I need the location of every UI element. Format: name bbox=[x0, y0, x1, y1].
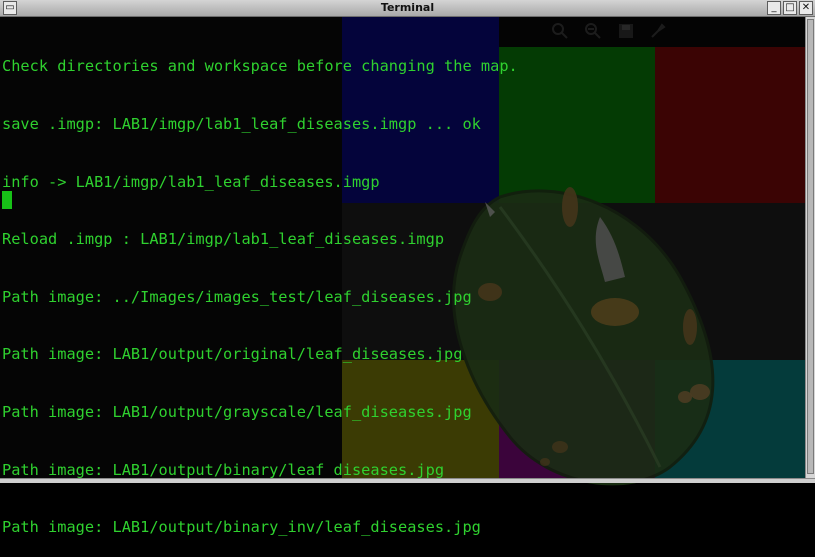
terminal-line: Path image: LAB1/output/grayscale/leaf_d… bbox=[2, 402, 472, 421]
maximize-button[interactable]: □ bbox=[783, 1, 797, 15]
terminal-output: Check directories and workspace before c… bbox=[2, 19, 518, 557]
vertical-scrollbar[interactable] bbox=[805, 17, 815, 478]
terminal-line: Reload .imgp : LAB1/imgp/lab1_leaf_disea… bbox=[2, 230, 445, 249]
window-bottom-border bbox=[0, 478, 815, 483]
close-button[interactable]: ✕ bbox=[799, 1, 813, 15]
terminal-line: Path image: LAB1/output/binary/leaf_dise… bbox=[2, 460, 445, 479]
terminal-line: Path image: ../Images/images_test/leaf_d… bbox=[2, 287, 472, 306]
terminal-cursor bbox=[2, 191, 12, 209]
scrollbar-thumb[interactable] bbox=[807, 19, 814, 474]
terminal-line: save .imgp: LAB1/imgp/lab1_leaf_diseases… bbox=[2, 115, 481, 133]
terminal-line: info -> LAB1/imgp/lab1_leaf_diseases.img… bbox=[2, 172, 380, 191]
terminal-line: Check directories and workspace before c… bbox=[2, 57, 518, 76]
terminal-line: Path image: LAB1/output/binary_inv/leaf_… bbox=[2, 518, 481, 537]
terminal-line: Path image: LAB1/output/original/leaf_di… bbox=[2, 345, 463, 364]
window-title: Terminal bbox=[380, 1, 435, 14]
minimize-button[interactable]: _ bbox=[767, 1, 781, 15]
window-titlebar[interactable]: ▭ Terminal _ □ ✕ bbox=[0, 0, 815, 17]
